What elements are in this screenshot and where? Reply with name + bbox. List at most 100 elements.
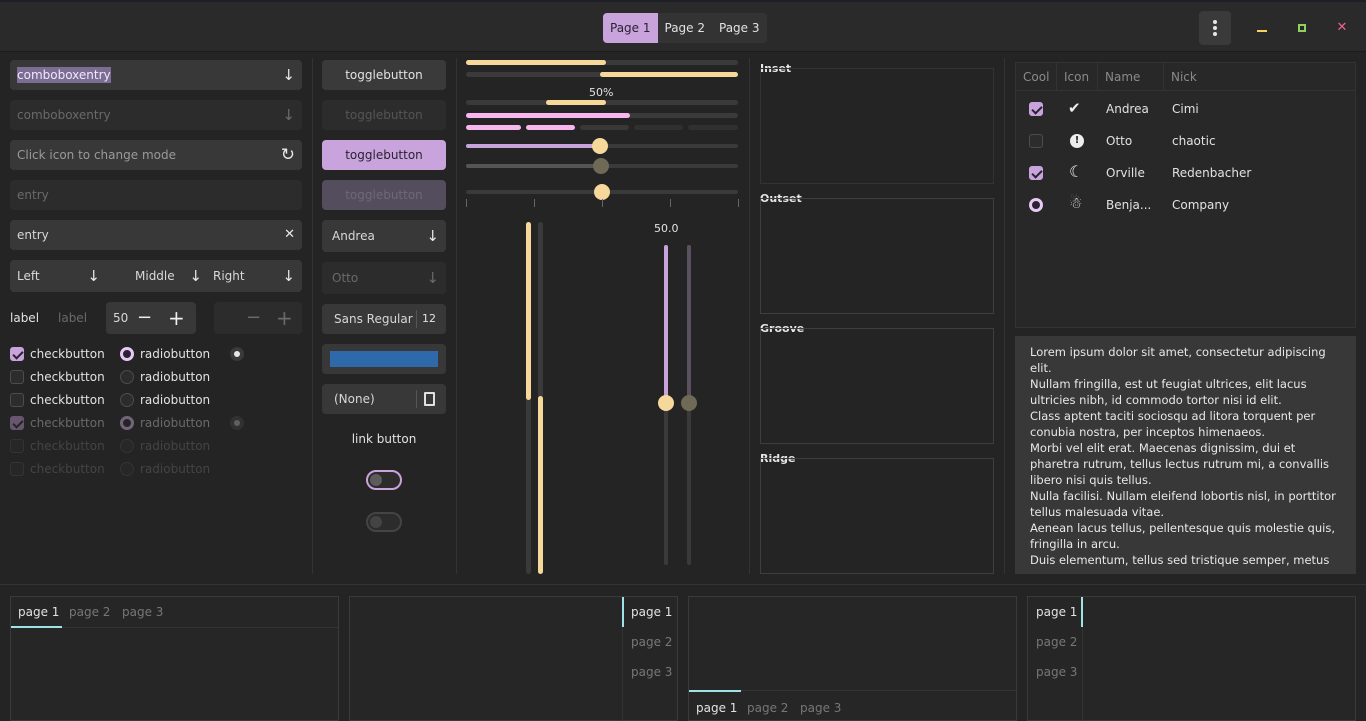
toggle-switch-disabled	[366, 512, 402, 532]
tab-page-2[interactable]: Page 2	[658, 13, 713, 43]
frame-outset	[760, 198, 994, 314]
radio-disabled	[120, 462, 134, 476]
warning-icon: !	[1070, 134, 1084, 148]
tab-page-1[interactable]: page 1	[696, 701, 737, 715]
radio-inconsistent[interactable]	[230, 347, 244, 361]
checkbox-inconsistent[interactable]	[10, 393, 24, 407]
tab-page-3[interactable]: page 3	[1036, 665, 1077, 679]
label-disabled: label	[58, 311, 88, 325]
checkbox-checked[interactable]	[10, 347, 24, 361]
toggle-button-active[interactable]: togglebutton	[322, 140, 446, 170]
radio-disabled	[120, 439, 134, 453]
dropdown-middle[interactable]: Middle ↓	[128, 260, 209, 292]
column-header-nick[interactable]: Nick	[1171, 70, 1197, 84]
separator	[1004, 58, 1005, 574]
icon-mode-entry[interactable]: Click icon to change mode ↻	[10, 140, 302, 170]
color-button[interactable]	[322, 344, 446, 374]
combo-andrea[interactable]: Andrea ↓	[322, 220, 446, 252]
table-row[interactable]: ✔ Andrea Cimi	[1016, 93, 1355, 125]
separator	[0, 584, 1366, 585]
checkbox[interactable]	[10, 370, 24, 384]
dropdown-left[interactable]: Left ↓	[10, 260, 107, 292]
tab-page-3[interactable]: page 3	[800, 701, 841, 715]
tab-page-2[interactable]: page 2	[631, 635, 672, 649]
radio-selected-disabled	[120, 416, 134, 430]
chevron-down-icon[interactable]: ↓	[282, 60, 295, 90]
column-header-icon[interactable]: Icon	[1064, 70, 1089, 84]
chevron-down-icon: ↓	[426, 269, 439, 287]
frame-groove	[760, 328, 994, 444]
clear-icon[interactable]: ✕	[284, 220, 295, 250]
tab-page-2[interactable]: page 2	[747, 701, 788, 715]
close-icon: ✕	[1336, 20, 1348, 35]
level-bar-discrete	[466, 125, 738, 130]
radio-inconsistent-disabled	[230, 416, 244, 430]
combobox-entry-disabled: comboboxentry ↓	[10, 100, 302, 130]
close-button[interactable]: ✕	[1330, 16, 1354, 40]
check-icon: ✔	[1068, 99, 1081, 117]
scale-handle	[681, 395, 697, 411]
radio[interactable]	[120, 393, 134, 407]
progress-bar-vertical	[526, 222, 531, 574]
spinbutton[interactable]: 50 − +	[106, 302, 196, 334]
link-button[interactable]: link button	[322, 432, 446, 446]
table-row[interactable]: ☃ Benja... Company	[1016, 189, 1355, 221]
radio[interactable]	[120, 370, 134, 384]
table-row[interactable]: ! Otto chaotic	[1016, 125, 1355, 157]
plus-icon[interactable]: +	[168, 302, 185, 334]
font-button[interactable]: Sans Regular 12	[322, 304, 446, 334]
column-header-cool[interactable]: Cool	[1023, 70, 1049, 84]
checkbox-checked-disabled	[10, 416, 24, 430]
toggle-button[interactable]: togglebutton	[322, 60, 446, 90]
tab-page-3[interactable]: Page 3	[712, 13, 767, 43]
progress-bar	[466, 60, 738, 65]
radio-selected[interactable]	[120, 347, 134, 361]
minimize-icon	[1257, 30, 1267, 32]
frame-inset	[760, 68, 994, 184]
scale-handle	[593, 158, 609, 174]
scale-handle[interactable]	[592, 138, 608, 154]
tab-page-1[interactable]: page 1	[1036, 605, 1077, 619]
toggle-switch[interactable]	[366, 470, 402, 490]
scale-handle[interactable]	[658, 395, 674, 411]
toggle-button-active-disabled: togglebutton	[322, 180, 446, 210]
combobox-entry[interactable]: comboboxentry ↓	[10, 60, 302, 90]
tab-page-1[interactable]: page 1	[18, 605, 59, 619]
refresh-icon[interactable]: ↻	[281, 140, 295, 170]
chevron-down-icon: ↓	[189, 267, 202, 285]
chevron-down-icon: ↓	[426, 227, 439, 245]
tree-header: Cool Icon Name Nick	[1016, 63, 1355, 91]
file-chooser-button[interactable]: (None)	[322, 384, 446, 414]
face-icon: ☃	[1069, 194, 1083, 212]
frame-ridge	[760, 458, 994, 574]
column-header-name[interactable]: Name	[1105, 70, 1140, 84]
linked-dropdowns: Left ↓ Middle ↓ Right ↓	[10, 260, 302, 292]
combo-otto-disabled: Otto ↓	[322, 262, 446, 294]
menu-button[interactable]	[1199, 11, 1231, 45]
scale-handle[interactable]	[594, 184, 610, 200]
tab-page-3[interactable]: page 3	[122, 605, 163, 619]
separator	[416, 390, 417, 408]
entry-field[interactable]: entry ✕	[10, 220, 302, 250]
tab-page-1[interactable]: page 1	[631, 605, 672, 619]
tab-page-3[interactable]: page 3	[631, 665, 672, 679]
minus-icon[interactable]: −	[137, 302, 152, 334]
tab-page-1[interactable]: Page 1	[603, 13, 658, 43]
separator	[456, 58, 457, 574]
text-view[interactable]: Lorem ipsum dolor sit amet, consectetur …	[1015, 336, 1356, 574]
kebab-icon	[1213, 20, 1217, 24]
dropdown-right[interactable]: Right ↓	[206, 260, 302, 292]
maximize-button[interactable]	[1290, 16, 1314, 40]
notebook-tabs-right: page 1 page 2 page 3	[349, 596, 678, 721]
minimize-button[interactable]	[1250, 16, 1274, 40]
moon-icon: ☾	[1069, 162, 1084, 181]
tab-indicator	[689, 690, 741, 692]
toggle-button-disabled: togglebutton	[322, 100, 446, 130]
label: label	[10, 311, 40, 325]
tab-page-2[interactable]: page 2	[69, 605, 110, 619]
stack-switcher: Page 1 Page 2 Page 3	[603, 13, 767, 43]
text-view-content: Lorem ipsum dolor sit amet, consectetur …	[1030, 345, 1336, 567]
chevron-down-icon: ↓	[282, 267, 295, 285]
tab-page-2[interactable]: page 2	[1036, 635, 1077, 649]
table-row[interactable]: ☾ Orville Redenbacher	[1016, 157, 1355, 189]
